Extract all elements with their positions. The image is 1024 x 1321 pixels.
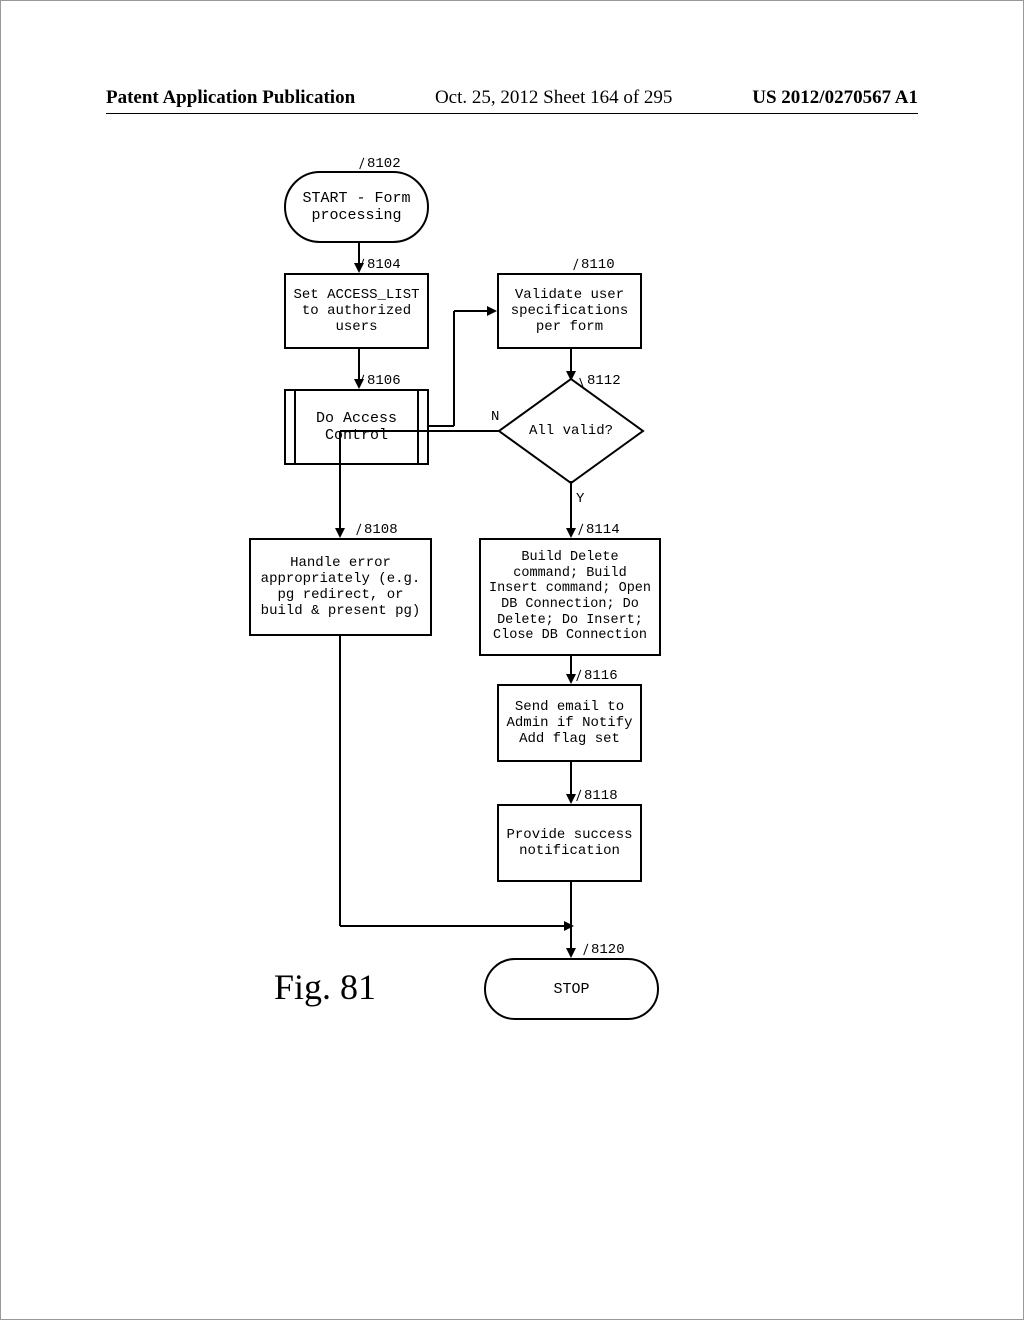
ref-8106: 8106: [367, 373, 401, 389]
node-8104: Set ACCESS_LIST to authorized users: [284, 273, 429, 349]
node-8114-text: Build Delete command; Build Insert comma…: [487, 550, 653, 643]
arrow-8118-8120: [566, 882, 576, 958]
ref-8108: 8108: [364, 522, 398, 538]
ref-8102: 8102: [367, 156, 401, 172]
node-8110-text: Validate user specifications per form: [505, 287, 634, 335]
node-8108-text: Handle error appropriately (e.g. pg redi…: [257, 555, 424, 619]
page: Patent Application Publication Oct. 25, …: [0, 0, 1024, 1320]
ref-8112: 8112: [587, 373, 621, 389]
arrow-8106-8110: [429, 291, 499, 431]
node-8110: Validate user specifications per form: [497, 273, 642, 349]
node-stop-text: STOP: [553, 981, 589, 998]
flowchart: START - Form processing 8102 Set ACCESS_…: [1, 1, 1024, 1321]
ref-8114: 8114: [586, 522, 620, 538]
ref-8118: 8118: [584, 788, 618, 804]
ref-8110: 8110: [581, 257, 615, 273]
node-start-text: START - Form processing: [290, 190, 423, 224]
arrow-8112-8114: [566, 481, 576, 538]
edge-label-N: N: [491, 409, 499, 425]
node-stop: STOP: [484, 958, 659, 1020]
ref-8116: 8116: [584, 668, 618, 684]
figure-label: Fig. 81: [274, 966, 376, 1008]
edge-label-Y: Y: [576, 491, 584, 507]
ref-8120: 8120: [591, 942, 625, 958]
node-8112: All valid?: [496, 376, 646, 486]
node-8112-text: All valid?: [496, 376, 646, 486]
node-start: START - Form processing: [284, 171, 429, 243]
arrow-8108-8120: [338, 636, 578, 936]
node-8104-text: Set ACCESS_LIST to authorized users: [292, 287, 421, 335]
node-8108: Handle error appropriately (e.g. pg redi…: [249, 538, 432, 636]
ref-8104: 8104: [367, 257, 401, 273]
